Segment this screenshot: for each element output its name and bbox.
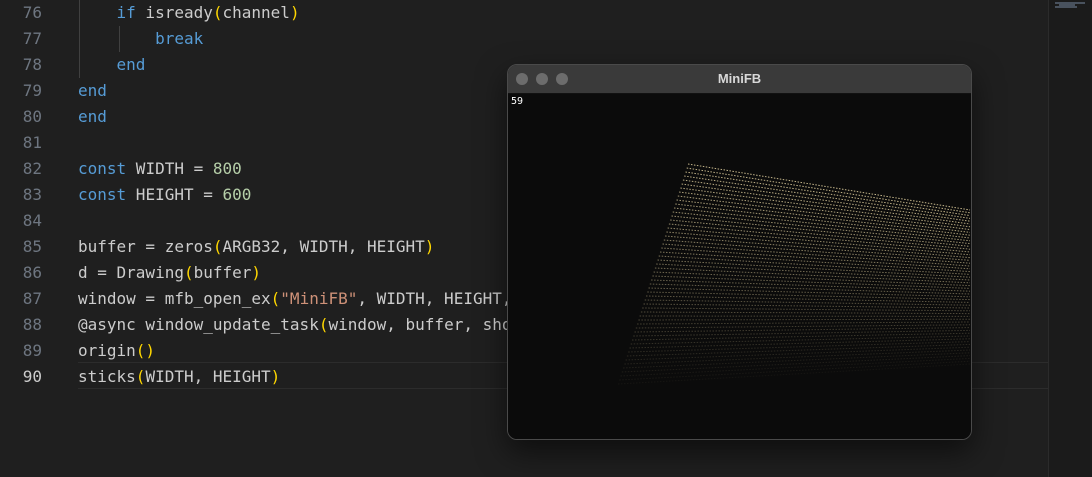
line-number: 78 [22, 55, 42, 74]
stick-line [667, 227, 971, 256]
code-text: buffer = zeros(ARGB32, WIDTH, HEIGHT) [78, 234, 434, 260]
code-token: ARGB32, WIDTH, HEIGHT [222, 237, 425, 256]
code-token: end [116, 55, 146, 74]
code-token: const [78, 159, 127, 178]
code-token: ) [270, 367, 281, 386]
code-text: break [78, 26, 203, 52]
code-token: () [135, 341, 156, 360]
code-text: end [78, 104, 107, 130]
code-text: @async window_update_task(window, buffer… [78, 312, 560, 338]
stick-line [672, 211, 971, 245]
code-token: 800 [212, 159, 242, 178]
code-token: end [78, 107, 107, 126]
code-text: if isready(channel) [78, 0, 300, 26]
stick-line [684, 175, 971, 219]
code-token: break [155, 29, 204, 48]
minimap-line [1055, 6, 1077, 8]
window-titlebar[interactable]: MiniFB [508, 65, 971, 94]
code-token: "MiniFB" [280, 289, 358, 308]
code-token: WIDTH, HEIGHT [145, 367, 271, 386]
code-line[interactable]: 76 if isready(channel) [0, 0, 1048, 26]
code-token: 600 [222, 185, 252, 204]
framebuffer-canvas[interactable]: 59 [508, 94, 971, 439]
stick-line [640, 311, 971, 315]
code-token: ( [183, 263, 194, 282]
line-number: 80 [22, 107, 42, 126]
stick-line [635, 324, 971, 329]
code-token: ( [270, 289, 281, 308]
stick-line [677, 195, 971, 233]
stick-line [617, 363, 971, 385]
stick-line [653, 271, 971, 287]
code-text: d = Drawing(buffer) [78, 260, 261, 286]
line-number: 85 [22, 237, 42, 256]
code-text: origin() [78, 338, 155, 364]
code-token: ) [424, 237, 435, 256]
line-number: 87 [22, 289, 42, 308]
sticks-render [617, 163, 971, 385]
code-text: end [78, 78, 107, 104]
minimap-line [1059, 4, 1075, 6]
stick-line [654, 267, 971, 284]
code-token: channel [222, 3, 290, 22]
code-token: window = mfb_open_ex [78, 289, 271, 308]
stick-line [645, 295, 971, 303]
line-number: 77 [22, 29, 42, 48]
line-number: 82 [22, 159, 42, 178]
stick-line [637, 321, 971, 325]
line-number: 83 [22, 185, 42, 204]
code-token: sticks [78, 367, 136, 386]
line-number: 81 [22, 133, 42, 152]
code-text: sticks(WIDTH, HEIGHT) [78, 364, 280, 390]
window-title: MiniFB [717, 71, 762, 86]
stick-line [687, 163, 971, 211]
code-token: end [78, 81, 107, 100]
code-token: ( [135, 367, 146, 386]
code-token: ( [212, 3, 223, 22]
stick-line [625, 346, 971, 361]
fps-counter: 59 [511, 96, 524, 107]
code-text: const HEIGHT = 600 [78, 182, 251, 208]
line-number: 84 [22, 211, 42, 230]
stick-line [642, 307, 971, 312]
line-number: 86 [22, 263, 42, 282]
stick-line [624, 349, 971, 365]
stick-line [665, 235, 971, 261]
code-token: ) [289, 3, 300, 22]
line-number: 90 [22, 367, 42, 386]
code-line[interactable]: 77 break [0, 26, 1048, 52]
code-token: WIDTH = [126, 159, 213, 178]
code-text: const WIDTH = 800 [78, 156, 242, 182]
line-number: 89 [22, 341, 42, 360]
code-token: ) [251, 263, 262, 282]
code-token: origin [78, 341, 136, 360]
line-number: 88 [22, 315, 42, 334]
code-token: buffer [193, 263, 252, 282]
minifb-window[interactable]: MiniFB 59 [507, 64, 972, 440]
stick-line [619, 360, 971, 381]
code-token: d = Drawing [78, 263, 184, 282]
stick-line [631, 332, 971, 341]
code-token: buffer = zeros [78, 237, 213, 256]
stick-line [659, 251, 971, 273]
stick-line [638, 318, 971, 321]
stick-line [626, 343, 971, 357]
stick-line [644, 299, 971, 306]
code-token: isready [135, 3, 213, 22]
code-token: @async window_update_task [78, 315, 319, 334]
code-text: end [78, 52, 146, 78]
code-token: HEIGHT = [126, 185, 223, 204]
code-token: ( [212, 237, 223, 256]
code-token: if [116, 3, 136, 22]
code-token: const [78, 185, 127, 204]
stick-line [623, 352, 971, 369]
stick-line [679, 191, 971, 231]
stick-line [685, 171, 971, 217]
minimap[interactable] [1048, 0, 1092, 477]
line-number: 76 [22, 3, 42, 22]
line-number: 79 [22, 81, 42, 100]
stick-line [682, 179, 971, 222]
